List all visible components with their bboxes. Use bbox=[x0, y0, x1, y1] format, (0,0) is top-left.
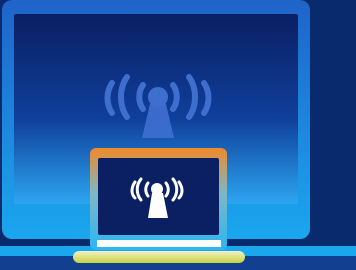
laptop-base bbox=[73, 251, 245, 263]
laptop-keyboard-strip bbox=[97, 240, 221, 247]
illustration-svg bbox=[0, 0, 356, 270]
illustration-scene bbox=[0, 0, 356, 270]
